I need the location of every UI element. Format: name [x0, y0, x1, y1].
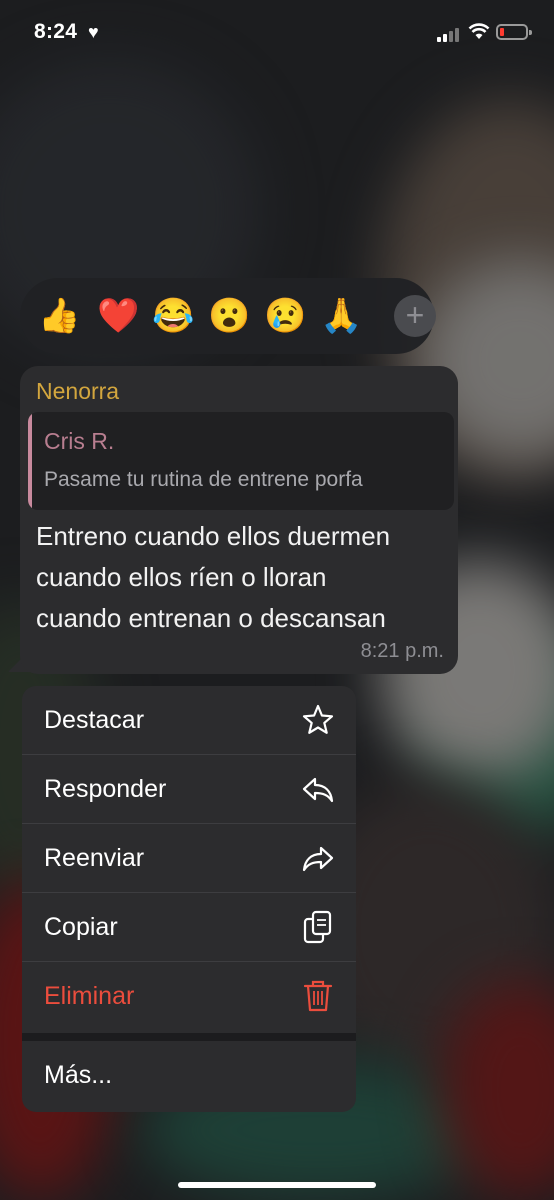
status-bar: 8:24 ♥ [0, 0, 554, 66]
sender-name: Nenorra [36, 378, 120, 404]
quoted-sender: Cris R. [44, 428, 115, 454]
menu-item-label: Reenviar [44, 844, 145, 872]
quoted-text: Pasame tu rutina de entrene porfa [44, 468, 363, 491]
message-bubble[interactable]: Nenorra Cris R. Pasame tu rutina de entr… [20, 366, 458, 674]
menu-item-mas[interactable]: Más... [22, 1041, 356, 1110]
star-icon [302, 704, 334, 734]
menu-item-label: Destacar [44, 706, 145, 734]
forward-icon [302, 846, 334, 872]
message-line: Entreno cuando ellos duermen [36, 521, 391, 551]
quoted-message[interactable]: Cris R. Pasame tu rutina de entrene porf… [28, 412, 454, 510]
copy-icon [303, 910, 332, 944]
reaction-bar: 👍 ❤️ 😂 😮 😢 🙏 + [20, 278, 436, 354]
reaction-heart[interactable]: ❤️ [97, 296, 139, 336]
battery-icon [496, 24, 532, 40]
reply-icon [302, 777, 334, 803]
trash-icon [303, 980, 333, 1012]
quote-bar [28, 412, 32, 510]
message-timestamp: 8:21 p.m. [360, 640, 444, 662]
reaction-pray[interactable]: 🙏 [320, 296, 362, 336]
cellular-signal-icon [437, 26, 463, 42]
menu-item-copiar[interactable]: Copiar [22, 893, 356, 962]
menu-divider [22, 1033, 356, 1041]
reaction-thumbs-up[interactable]: 👍 [38, 296, 80, 336]
menu-item-responder[interactable]: Responder [22, 755, 356, 824]
menu-item-reenviar[interactable]: Reenviar [22, 824, 356, 893]
menu-item-destacar[interactable]: Destacar [22, 686, 356, 755]
wifi-icon [468, 23, 490, 39]
menu-item-eliminar[interactable]: Eliminar [22, 962, 356, 1031]
context-menu: Destacar Responder Reenviar Copiar Elimi… [22, 686, 356, 1112]
heart-icon: ♥ [88, 22, 99, 42]
menu-item-label: Eliminar [44, 982, 135, 1010]
menu-item-label: Copiar [44, 913, 118, 941]
clock: 8:24 [34, 20, 78, 43]
menu-item-label: Más... [44, 1061, 113, 1089]
add-reaction-button[interactable]: + [394, 295, 436, 337]
home-indicator[interactable] [178, 1182, 376, 1188]
reaction-laughing[interactable]: 😂 [152, 296, 194, 336]
menu-item-label: Responder [44, 775, 167, 803]
message-line: cuando entrenan o descansan [36, 603, 386, 633]
reaction-crying[interactable]: 😢 [264, 296, 306, 336]
message-text: Entreno cuando ellos duermen cuando ello… [36, 516, 456, 639]
reaction-surprised[interactable]: 😮 [208, 296, 250, 336]
message-line: cuando ellos ríen o lloran [36, 562, 327, 592]
